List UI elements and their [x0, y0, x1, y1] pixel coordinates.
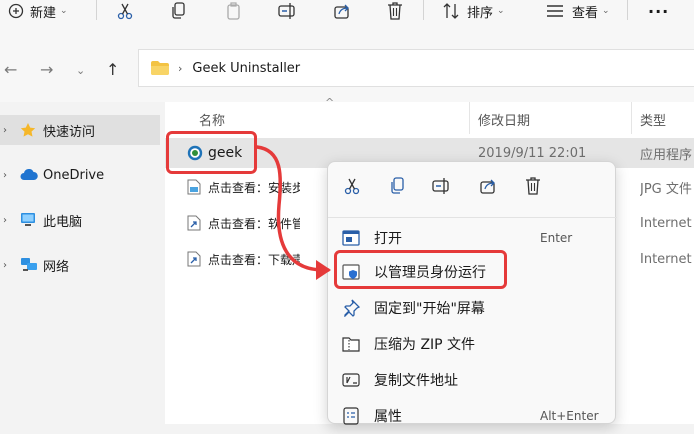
properties-icon: [342, 407, 360, 425]
plus-circle-icon: [8, 3, 24, 19]
new-button[interactable]: 新建 ⌄: [8, 0, 68, 22]
address-bar[interactable]: › Geek Uninstaller: [138, 49, 694, 87]
chevron-down-icon: ⌄: [497, 6, 505, 16]
chevron-right-icon[interactable]: ›: [3, 170, 7, 181]
menu-label: 固定到"开始"屏幕: [374, 301, 485, 317]
file-type: Internet: [640, 251, 692, 267]
menu-label: 压缩为 ZIP 文件: [374, 337, 476, 353]
open-window-icon: [342, 229, 360, 247]
pin-icon: [342, 299, 360, 317]
highlight-run-as-admin: [334, 250, 507, 289]
nav-item-network[interactable]: › 网络: [0, 250, 160, 280]
share-icon[interactable]: [479, 177, 497, 195]
breadcrumb-path[interactable]: Geek Uninstaller: [192, 61, 300, 76]
forward-arrow-icon[interactable]: →: [40, 60, 53, 79]
trash-icon: [387, 2, 403, 20]
chevron-down-icon: ⌄: [602, 6, 610, 16]
view-button[interactable]: 查看 ⌄: [546, 0, 610, 22]
rename-icon[interactable]: [432, 177, 452, 195]
new-label: 新建: [30, 5, 57, 21]
copy-icon[interactable]: [390, 177, 406, 195]
address-row: ← → ⌄ ↑ › Geek Uninstaller: [0, 32, 694, 102]
file-type: JPG 文件: [640, 181, 692, 197]
share-icon: [333, 2, 351, 20]
nav-item-this-pc[interactable]: › 此电脑: [0, 205, 160, 235]
scissors-icon: [116, 2, 134, 20]
copy-button[interactable]: [171, 0, 187, 22]
context-menu: 打开 Enter 以管理员身份运行 固定到"开始"屏幕 压缩为 ZIP 文件 复…: [327, 161, 617, 425]
nav-label: 网络: [43, 259, 70, 275]
chevron-right-icon[interactable]: ›: [3, 260, 7, 271]
column-divider[interactable]: [469, 102, 470, 134]
copy-path-icon: [342, 371, 360, 389]
menu-item-compress-zip[interactable]: 压缩为 ZIP 文件: [328, 326, 617, 362]
column-divider[interactable]: [631, 102, 632, 134]
nav-label: 此电脑: [43, 214, 83, 230]
computer-icon: [20, 212, 36, 228]
command-bar: 新建 ⌄ 排序 ⌄ 查看 ⌄ ···: [0, 0, 694, 32]
cut-icon[interactable]: [343, 177, 361, 195]
menu-item-copy-path[interactable]: 复制文件地址: [328, 362, 617, 398]
menu-shortcut: Alt+Enter: [540, 409, 599, 423]
breadcrumb-chevron-icon: ›: [178, 61, 183, 75]
recent-chevron-icon[interactable]: ⌄: [76, 64, 85, 77]
divider: [627, 0, 628, 20]
context-menu-quick-actions: [328, 162, 617, 212]
file-type: 应用程序: [640, 147, 693, 163]
sort-icon: [443, 3, 461, 19]
sort-up-icon: ^: [325, 96, 335, 109]
menu-item-pin-to-start[interactable]: 固定到"开始"屏幕: [328, 290, 617, 326]
sort-label: 排序: [467, 5, 494, 21]
nav-label: 快速访问: [43, 124, 96, 140]
chevron-right-icon[interactable]: ›: [3, 215, 7, 226]
rename-icon: [278, 2, 298, 20]
paste-button[interactable]: [226, 0, 242, 22]
nav-label: OneDrive: [43, 167, 105, 183]
view-label: 查看: [572, 5, 599, 21]
network-icon: [20, 257, 38, 273]
delete-button[interactable]: [387, 0, 403, 22]
back-arrow-icon[interactable]: ←: [4, 60, 17, 79]
shortcut-file-icon: [187, 251, 201, 267]
divider: [96, 0, 97, 20]
file-name: 点击查看：安装步骤: [208, 180, 300, 195]
view-lines-icon: [546, 4, 564, 18]
nav-item-onedrive[interactable]: › OneDrive: [0, 160, 160, 190]
chevron-down-icon: ⌄: [60, 6, 68, 16]
sort-button[interactable]: 排序 ⌄: [443, 0, 505, 22]
up-arrow-icon[interactable]: ↑: [106, 60, 119, 79]
more-button[interactable]: ···: [648, 0, 669, 22]
shortcut-file-icon: [187, 215, 201, 231]
file-name: 点击查看：下载声明: [208, 252, 300, 267]
star-icon: [20, 122, 36, 138]
zip-folder-icon: [342, 335, 360, 353]
column-header-type[interactable]: 类型: [640, 102, 666, 136]
cloud-icon: [20, 169, 38, 181]
column-header-date[interactable]: 修改日期: [478, 102, 530, 136]
file-name: 点击查看：软件管家: [208, 216, 300, 231]
menu-shortcut: Enter: [540, 231, 573, 245]
copy-icon: [171, 2, 187, 20]
image-file-icon: [187, 179, 201, 195]
navigation-pane: › 快速访问 › OneDrive › 此电脑 › 网络: [0, 102, 163, 424]
cut-button[interactable]: [116, 0, 134, 22]
divider: [423, 0, 424, 20]
share-button[interactable]: [333, 0, 351, 22]
rename-button[interactable]: [278, 0, 298, 22]
chevron-right-icon[interactable]: ›: [3, 125, 7, 136]
menu-label: 复制文件地址: [374, 373, 458, 389]
menu-divider: [328, 217, 617, 218]
trash-icon[interactable]: [525, 177, 541, 195]
menu-item-properties[interactable]: 属性 Alt+Enter: [328, 398, 617, 434]
highlight-geek-file: [166, 131, 257, 174]
folder-icon: [150, 60, 170, 76]
paste-icon: [226, 2, 242, 20]
nav-item-quick-access[interactable]: › 快速访问: [0, 115, 160, 145]
menu-label: 属性: [374, 409, 402, 425]
file-type: Internet: [640, 215, 692, 231]
